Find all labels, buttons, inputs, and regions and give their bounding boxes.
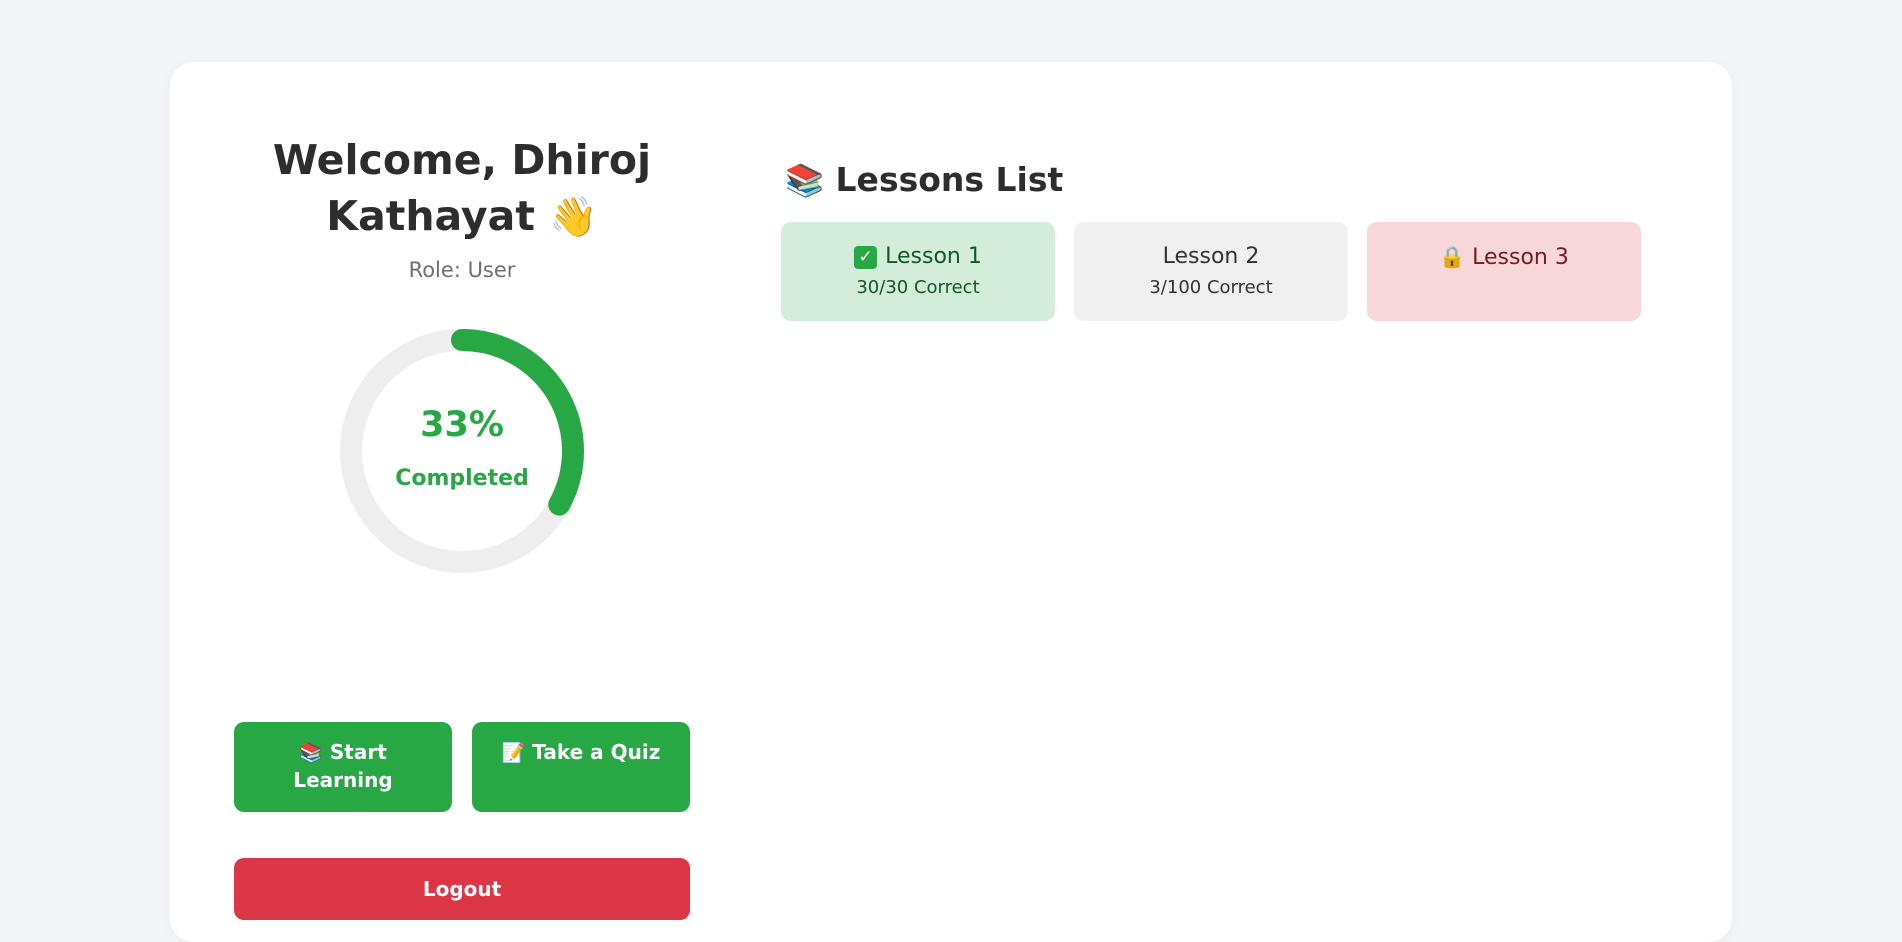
welcome-heading: Welcome, Dhiroj Kathayat 👋 <box>234 132 690 246</box>
lesson-name: Lesson 3 <box>1472 245 1569 270</box>
lesson-card-2[interactable]: Lesson 2 3/100 Correct <box>1074 222 1348 321</box>
welcome-line-2: Kathayat <box>326 192 535 240</box>
user-panel: Welcome, Dhiroj Kathayat 👋 Role: User 33… <box>234 132 690 920</box>
lessons-title-text: Lessons List <box>835 160 1064 199</box>
start-learning-button[interactable]: 📚 Start Learning <box>234 722 452 812</box>
lesson-name: Lesson 2 <box>1162 244 1260 269</box>
progress-percent: 33% <box>420 405 504 445</box>
lesson-score: 3/100 Correct <box>1149 277 1273 298</box>
lessons-title: 📚 Lessons List <box>785 157 1661 204</box>
logout-button[interactable]: Logout <box>234 858 690 920</box>
lock-icon: 🔒 <box>1439 245 1466 269</box>
progress-ring-text: 33% Completed <box>340 329 584 573</box>
take-quiz-label: Take a Quiz <box>532 740 661 764</box>
action-buttons: 📚 Start Learning 📝 Take a Quiz <box>234 722 690 812</box>
lesson-1-header: ✓ Lesson 1 <box>781 242 1055 272</box>
books-icon: 📚 <box>785 163 825 199</box>
progress-label: Completed <box>395 466 529 491</box>
lesson-score: 30/30 Correct <box>856 277 980 298</box>
user-role: Role: User <box>408 258 516 282</box>
lesson-card-1[interactable]: ✓ Lesson 1 30/30 Correct <box>781 222 1055 321</box>
welcome-line-1: Welcome, Dhiroj <box>272 136 652 184</box>
lesson-name: Lesson 1 <box>885 244 982 269</box>
progress-ring: 33% Completed <box>340 329 584 573</box>
lessons-panel: 📚 Lessons List ✓ Lesson 1 30/30 Correct L… <box>781 157 1661 321</box>
start-learning-label-1: Start <box>329 740 387 764</box>
lesson-3-header: 🔒 Lesson 3 <box>1367 242 1641 273</box>
memo-icon: 📝 <box>501 742 526 764</box>
take-quiz-button[interactable]: 📝 Take a Quiz <box>472 722 690 812</box>
books-icon: 📚 <box>299 742 323 764</box>
dashboard-card: Welcome, Dhiroj Kathayat 👋 Role: User 33… <box>170 62 1732 942</box>
wave-icon: 👋 <box>549 195 598 240</box>
start-learning-label-2: Learning <box>293 768 393 792</box>
lessons-list: ✓ Lesson 1 30/30 Correct Lesson 2 3/100 C… <box>781 222 1661 321</box>
check-icon: ✓ <box>854 246 878 269</box>
lesson-card-3[interactable]: 🔒 Lesson 3 <box>1367 222 1641 321</box>
